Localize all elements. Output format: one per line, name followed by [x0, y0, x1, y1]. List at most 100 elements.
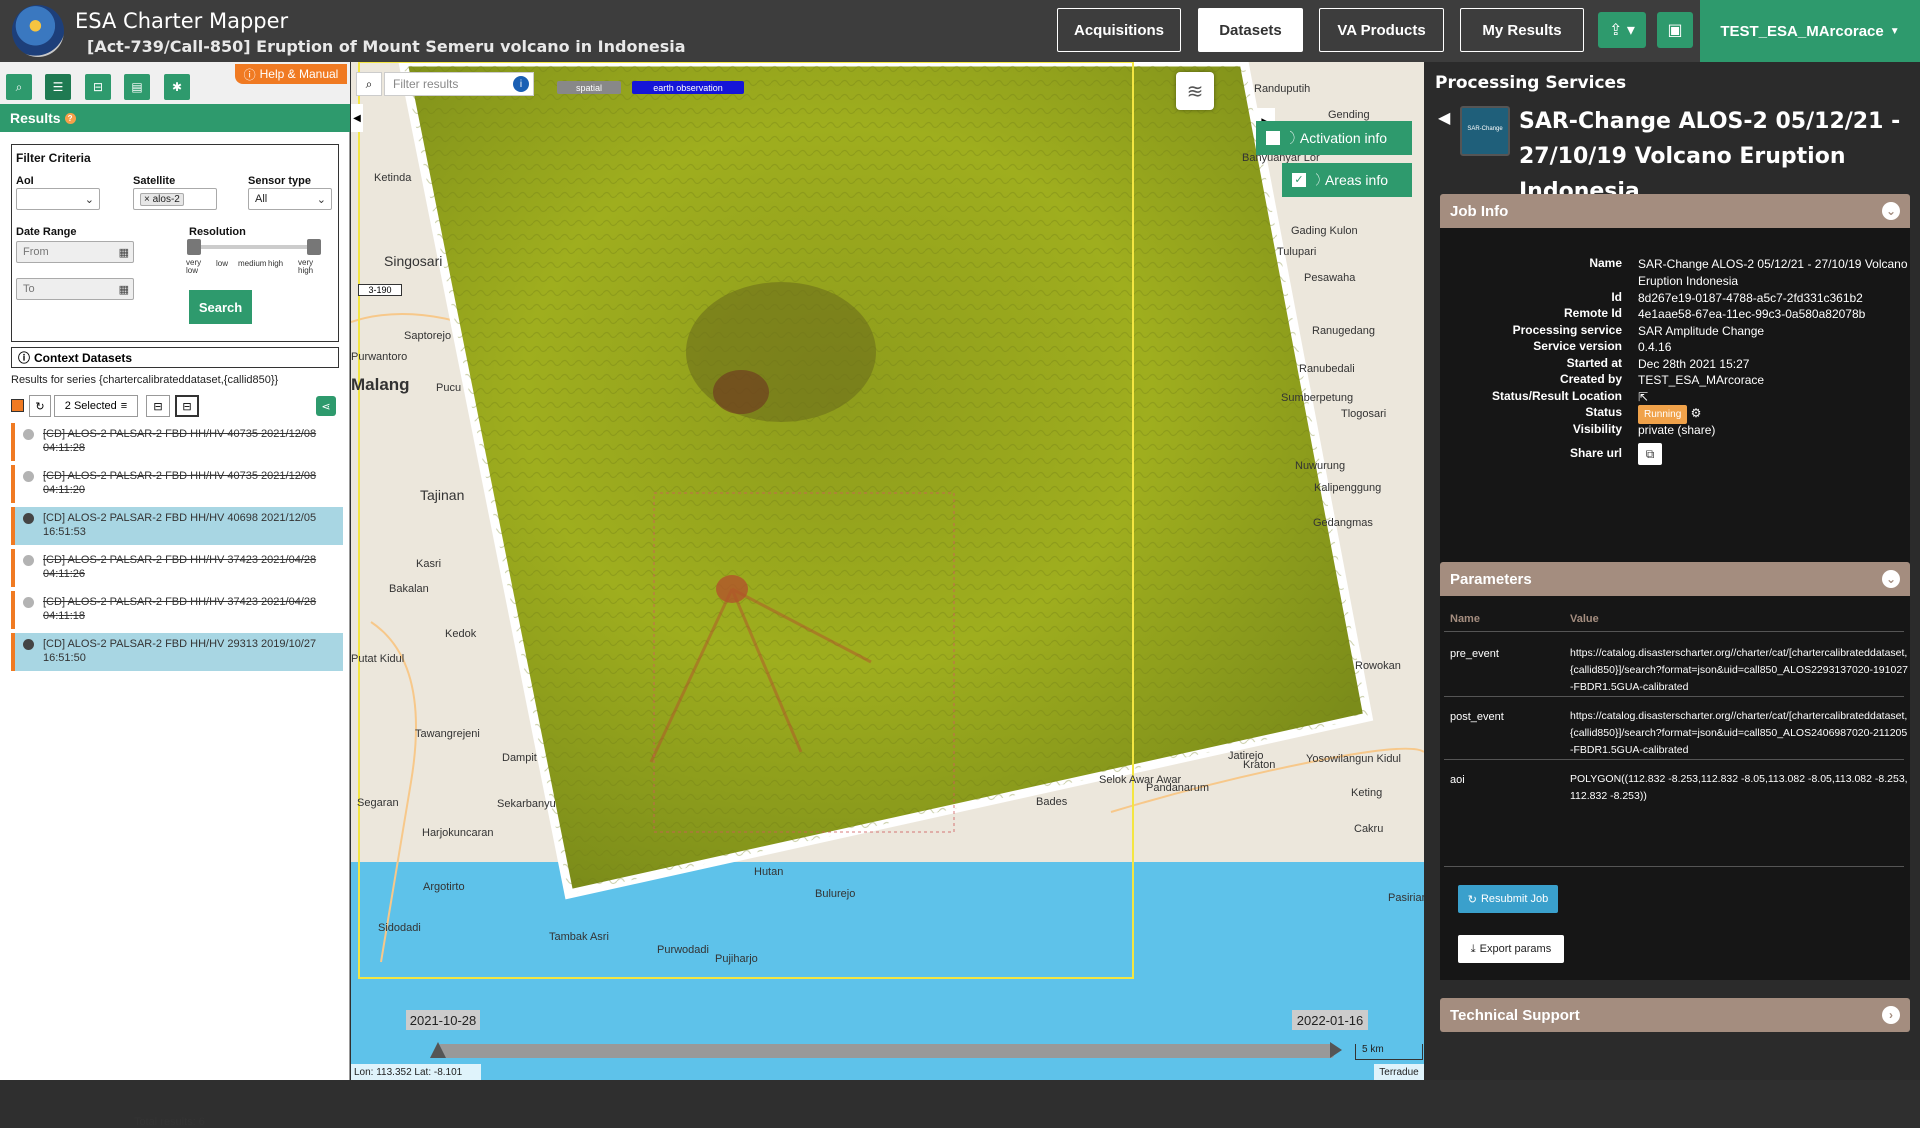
- layers-button[interactable]: ≋: [1176, 72, 1214, 110]
- cursor-coordinates: Lon: 113.352 Lat: -8.101: [351, 1064, 481, 1080]
- export-params-button[interactable]: ⤓ Export params: [1458, 935, 1564, 963]
- select-all-checkbox[interactable]: [11, 399, 24, 412]
- add-to-basket-button[interactable]: ⊟: [146, 395, 170, 417]
- user-menu[interactable]: TEST_ESA_MArcorace ▼: [1700, 0, 1920, 62]
- parameters-header[interactable]: Parameters ⌄: [1440, 562, 1910, 596]
- job-info-key: Name: [1589, 256, 1622, 270]
- esa-charter-logo[interactable]: [12, 5, 64, 57]
- job-info-key: Status/Result Location: [1491, 389, 1622, 403]
- job-info-key: Status: [1585, 405, 1622, 419]
- tag-earth-observation[interactable]: earth observation: [632, 81, 744, 94]
- copy-share-url-button[interactable]: ⧉: [1638, 443, 1662, 465]
- map-place-label: Tulupari: [1277, 246, 1317, 258]
- param-value: POLYGON((112.832 -8.253,112.832 -8.05,11…: [1570, 773, 1908, 802]
- hidden-globe-icon[interactable]: [23, 555, 34, 566]
- job-info-body: Name SAR-Change ALOS-2 05/12/21 - 27/10/1…: [1440, 228, 1910, 608]
- context-datasets-label: Context Datasets: [34, 350, 133, 365]
- briefcase-button[interactable]: ▣: [1657, 12, 1693, 48]
- activation-info-toggle[interactable]: [1256, 121, 1290, 155]
- refresh-button[interactable]: ↻: [29, 395, 51, 417]
- timeline-end-handle[interactable]: [1330, 1042, 1342, 1058]
- selected-count: 2 Selected: [64, 400, 117, 412]
- sensor-type-label: Sensor type: [248, 175, 311, 187]
- timeline-slider[interactable]: [430, 1042, 1342, 1058]
- remove-tag-icon[interactable]: ×: [144, 194, 150, 205]
- map-place-label: Dampit: [502, 752, 537, 764]
- hidden-globe-icon[interactable]: [23, 597, 34, 608]
- date-from-input[interactable]: From ▦: [16, 241, 134, 263]
- result-row[interactable]: [CD] ALOS-2 PALSAR-2 FBD HH/HV 37423 202…: [11, 591, 343, 629]
- caret-down-icon: ▼: [1889, 25, 1900, 37]
- refresh-icon: ↻: [1467, 893, 1477, 906]
- activation-checkbox[interactable]: [1266, 131, 1280, 145]
- help-manual-button[interactable]: ⓘ Help & Manual: [235, 64, 347, 84]
- map-place-label: Sumberpetung: [1281, 392, 1354, 404]
- scale-bar: 5 km: [1355, 1044, 1423, 1060]
- map-search-button[interactable]: ⌕: [356, 72, 382, 96]
- result-row[interactable]: [CD] ALOS-2 PALSAR-2 FBD HH/HV 40735 202…: [11, 423, 343, 461]
- resolution-min-handle[interactable]: [187, 239, 201, 255]
- satellite-tag[interactable]: × alos-2: [140, 192, 184, 206]
- question-icon[interactable]: ?: [64, 112, 76, 124]
- calendar-icon[interactable]: ▦: [119, 283, 129, 296]
- map-place-label: Tlogosari: [1341, 408, 1387, 420]
- nav-va-products[interactable]: VA Products: [1319, 8, 1444, 52]
- back-arrow-icon[interactable]: ◀: [1438, 108, 1450, 128]
- context-datasets-header[interactable]: ⓘ Context Datasets: [11, 347, 339, 368]
- map-place-label: Kedok: [445, 628, 477, 640]
- result-row[interactable]: [CD] ALOS-2 PALSAR-2 FBD HH/HV 29313 201…: [11, 633, 343, 671]
- areas-info-toggle[interactable]: ✓: [1282, 163, 1316, 197]
- param-value: https://catalog.disasterscharter.org//ch…: [1570, 647, 1909, 693]
- job-info-value: 4e1aae58-67ea-11ec-99c3-0a580a82078b: [1638, 307, 1866, 321]
- job-info-header[interactable]: Job Info ⌄: [1440, 194, 1910, 228]
- calendar-icon[interactable]: ▦: [119, 246, 129, 259]
- map-place-label: Purwantoro: [351, 351, 408, 363]
- selected-dropdown[interactable]: 2 Selected ≡: [54, 395, 138, 417]
- job-info-value[interactable]: private (share): [1638, 422, 1913, 439]
- settings-tool-button[interactable]: ✱: [164, 74, 190, 100]
- nav-datasets[interactable]: Datasets: [1198, 8, 1303, 52]
- map-place-label: Pasirian: [1388, 892, 1424, 904]
- map-view[interactable]: Randuputih Gending Ketinda Banyuanyar Lor Ga…: [351, 62, 1424, 1080]
- upload-dropdown-button[interactable]: ⇪ ▾: [1598, 12, 1646, 48]
- resolution-slider[interactable]: [187, 239, 321, 255]
- nav-my-results[interactable]: My Results: [1460, 8, 1584, 52]
- map-place-label: Argotirto: [423, 881, 465, 893]
- left-panel: ⌕ ☰ ⊟ ▤ ✱ ⓘ Help & Manual Results ? Filt…: [0, 62, 350, 1128]
- gear-icon[interactable]: ⚙: [1687, 406, 1702, 420]
- result-row[interactable]: [CD] ALOS-2 PALSAR-2 FBD HH/HV 40698 202…: [11, 507, 343, 545]
- list-icon: ☰: [52, 80, 64, 94]
- basket-button[interactable]: ⊟: [175, 395, 199, 417]
- areas-checkbox[interactable]: ✓: [1292, 173, 1306, 187]
- visible-globe-icon[interactable]: [23, 639, 34, 650]
- filter-results-input[interactable]: Filter results i: [384, 72, 534, 96]
- technical-support-header[interactable]: Technical Support ›: [1440, 998, 1910, 1032]
- hidden-globe-icon[interactable]: [23, 471, 34, 482]
- hidden-globe-icon[interactable]: [23, 429, 34, 440]
- left-toolbar: ⌕ ☰ ⊟ ▤ ✱ ⓘ Help & Manual: [0, 62, 350, 104]
- visible-globe-icon[interactable]: [23, 513, 34, 524]
- tag-spatial[interactable]: spatial: [557, 81, 621, 94]
- basket-tool-button[interactable]: ⊟: [85, 74, 111, 100]
- nav-acquisitions[interactable]: Acquisitions: [1057, 8, 1181, 52]
- sensor-type-select[interactable]: All ⌄: [248, 188, 332, 210]
- aoi-select[interactable]: ⌄: [16, 188, 100, 210]
- timeline-start-handle[interactable]: [430, 1042, 446, 1058]
- map-place-label: Gedangmas: [1313, 517, 1373, 529]
- info-icon[interactable]: i: [513, 76, 529, 92]
- result-row[interactable]: [CD] ALOS-2 PALSAR-2 FBD HH/HV 37423 202…: [11, 549, 343, 587]
- resubmit-job-button[interactable]: ↻ Resubmit Job: [1458, 885, 1558, 913]
- resolution-max-handle[interactable]: [307, 239, 321, 255]
- search-button[interactable]: Search: [189, 290, 252, 324]
- share-button[interactable]: ⋖: [316, 396, 336, 416]
- map-place-label: Pujiharjo: [715, 953, 758, 965]
- list-tool-button[interactable]: ☰: [45, 74, 71, 100]
- archive-tool-button[interactable]: ▤: [124, 74, 150, 100]
- date-to-input[interactable]: To ▦: [16, 278, 134, 300]
- map-place-label: Malang: [351, 375, 410, 394]
- search-tool-button[interactable]: ⌕: [6, 74, 32, 100]
- collapse-left-button[interactable]: ◀: [351, 104, 363, 132]
- satellite-input[interactable]: × alos-2: [133, 188, 217, 210]
- external-link-icon[interactable]: ⇱: [1638, 389, 1913, 406]
- result-row[interactable]: [CD] ALOS-2 PALSAR-2 FBD HH/HV 40735 202…: [11, 465, 343, 503]
